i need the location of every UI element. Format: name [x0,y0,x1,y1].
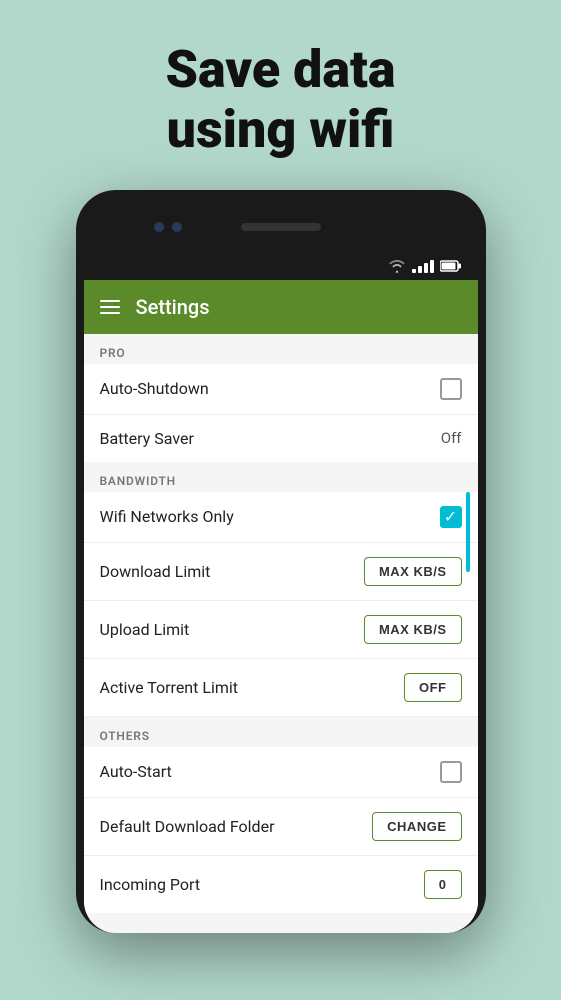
camera-area [154,222,182,232]
download-limit-row: Download Limit MAX KB/S [84,543,478,601]
upload-limit-button[interactable]: MAX KB/S [364,615,462,644]
download-limit-label: Download Limit [100,562,211,581]
status-bar [84,252,478,280]
camera-dot-1 [154,222,164,232]
others-section: Auto-Start Default Download Folder CHANG… [84,747,478,913]
checkmark-icon: ✓ [444,509,457,525]
hero-title: Save data using wifi [0,40,561,160]
active-torrent-label: Active Torrent Limit [100,678,239,697]
wifi-networks-checkbox[interactable]: ✓ [440,506,462,528]
auto-start-checkbox[interactable] [440,761,462,783]
camera-dot-2 [172,222,182,232]
hero-title-line2: using wifi [167,99,395,160]
incoming-port-row: Incoming Port 0 [84,856,478,913]
pro-section-header: PRO [84,334,478,364]
auto-start-row: Auto-Start [84,747,478,798]
phone-screen: Settings PRO Auto-Shutdown Battery Saver… [84,280,478,933]
auto-shutdown-row: Auto-Shutdown [84,364,478,415]
hamburger-menu[interactable] [100,300,120,314]
signal-icon [412,259,434,273]
incoming-port-label: Incoming Port [100,875,201,894]
others-section-header: OTHERS [84,717,478,747]
app-bar: Settings [84,280,478,334]
app-bar-title: Settings [136,295,210,319]
auto-start-label: Auto-Start [100,762,172,781]
settings-content: PRO Auto-Shutdown Battery Saver Off BAND… [84,334,478,933]
upload-limit-row: Upload Limit MAX KB/S [84,601,478,659]
incoming-port-button[interactable]: 0 [424,870,462,899]
phone-container: Settings PRO Auto-Shutdown Battery Saver… [0,190,561,933]
hero-section: Save data using wifi [0,0,561,190]
change-folder-button[interactable]: CHANGE [372,812,461,841]
battery-icon [440,260,462,272]
active-torrent-row: Active Torrent Limit OFF [84,659,478,717]
active-torrent-button[interactable]: OFF [404,673,462,702]
auto-shutdown-label: Auto-Shutdown [100,379,209,398]
hero-title-line1: Save data [166,39,396,100]
battery-saver-value: Off [441,429,462,447]
upload-limit-label: Upload Limit [100,620,190,639]
wifi-networks-row: Wifi Networks Only ✓ [84,492,478,543]
default-download-folder-label: Default Download Folder [100,817,275,836]
phone-device: Settings PRO Auto-Shutdown Battery Saver… [76,190,486,933]
wifi-icon [388,259,406,273]
auto-shutdown-checkbox[interactable] [440,378,462,400]
battery-saver-label: Battery Saver [100,429,194,448]
download-limit-button[interactable]: MAX KB/S [364,557,462,586]
default-download-folder-row: Default Download Folder CHANGE [84,798,478,856]
hamburger-line-3 [100,312,120,314]
battery-saver-row: Battery Saver Off [84,415,478,462]
hamburger-line-2 [100,306,120,308]
hamburger-line-1 [100,300,120,302]
phone-speaker [241,223,321,231]
bandwidth-section-header: BANDWIDTH [84,462,478,492]
phone-top-bar [84,202,478,252]
pro-section: Auto-Shutdown Battery Saver Off [84,364,478,462]
scrollbar-indicator [466,492,470,572]
bandwidth-section: Wifi Networks Only ✓ Download Limit MAX … [84,492,478,717]
wifi-networks-label: Wifi Networks Only [100,507,234,526]
